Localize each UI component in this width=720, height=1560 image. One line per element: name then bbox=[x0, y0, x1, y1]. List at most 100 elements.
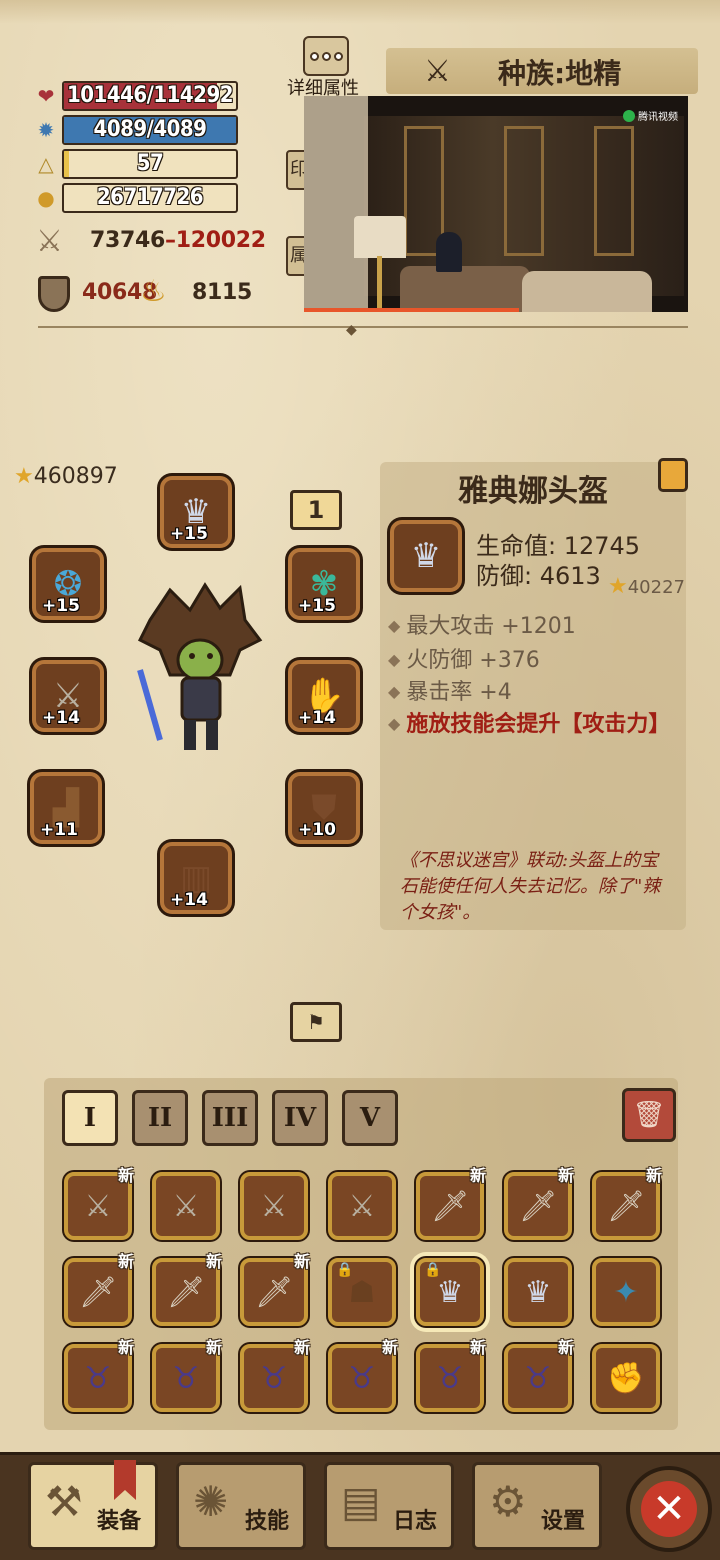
close-button[interactable]: ✕ bbox=[626, 1466, 712, 1552]
inventory-item[interactable]: ♉ 新 bbox=[152, 1338, 222, 1412]
equip-slot-pants[interactable]: ▥ +14 bbox=[160, 842, 232, 914]
new-badge: 新 bbox=[381, 1338, 398, 1357]
inventory-tab-2[interactable]: II bbox=[132, 1090, 188, 1146]
equip-slot-ring-left[interactable]: ❂ +15 bbox=[32, 548, 104, 620]
inventory-item[interactable]: ⚔ 新 bbox=[64, 1166, 134, 1240]
new-badge: 新 bbox=[557, 1166, 574, 1185]
nav-label: 装备 bbox=[96, 1509, 141, 1534]
inventory-item[interactable]: ♉ 新 bbox=[328, 1338, 398, 1412]
sword-icon: ⚔ bbox=[84, 1188, 112, 1224]
nav-label: 技能 bbox=[244, 1509, 289, 1534]
mp-row: ✹ 4089/4089 bbox=[34, 114, 238, 146]
gold-bar: 26717726 bbox=[62, 183, 238, 213]
equip-slot-boots[interactable]: ▟ +11 bbox=[30, 772, 102, 844]
inventory-item[interactable]: ☗ 🔒 bbox=[328, 1258, 396, 1326]
video-scene-door bbox=[504, 126, 544, 256]
star-icon: ★ bbox=[608, 574, 628, 599]
inventory-item[interactable]: ♉ 新 bbox=[240, 1338, 310, 1412]
helmet-icon: ♛ bbox=[436, 1274, 464, 1310]
inventory-tab-4[interactable]: IV bbox=[272, 1090, 328, 1146]
luck-horn-icon: ♨ bbox=[140, 274, 167, 309]
item-detail-thumbnail: ♛ bbox=[390, 520, 462, 592]
level-row: △ 57 bbox=[34, 148, 238, 180]
mp-bar: 4089/4089 bbox=[62, 115, 238, 145]
attack-range: 73746–120022 bbox=[90, 228, 266, 253]
level-value: 57 bbox=[136, 151, 164, 176]
new-badge: 新 bbox=[293, 1338, 310, 1357]
inventory-item[interactable]: 🗡 新 bbox=[152, 1252, 222, 1326]
equip-slot-amulet[interactable]: ✾ +15 bbox=[288, 548, 360, 620]
demon-helm-icon: ♉ bbox=[84, 1360, 112, 1396]
detail-attributes-button[interactable] bbox=[303, 36, 349, 76]
slot-level: +14 bbox=[298, 708, 336, 728]
dagger-icon: 🗡 bbox=[166, 1274, 206, 1310]
nav-log-button[interactable]: ▤ 日志 bbox=[324, 1462, 454, 1550]
item-bonus: 暴击率 +4 bbox=[388, 674, 511, 706]
equipment-page-badge[interactable]: 1 bbox=[290, 490, 342, 530]
inventory-item[interactable]: ♉ 新 bbox=[504, 1338, 574, 1412]
race-emblem-icon: ⚔ bbox=[424, 54, 451, 89]
new-badge: 新 bbox=[205, 1252, 222, 1271]
new-badge: 新 bbox=[205, 1338, 222, 1357]
video-scene-door bbox=[594, 126, 634, 256]
inventory-tab-3[interactable]: III bbox=[202, 1090, 258, 1146]
equip-slot-helmet[interactable]: ♛ +15 bbox=[160, 476, 232, 548]
demon-helm-icon: ♉ bbox=[348, 1360, 376, 1396]
equip-slot-armor[interactable]: ⛊ +10 bbox=[288, 772, 360, 844]
inventory-tab-5[interactable]: V bbox=[342, 1090, 398, 1146]
equip-slot-weapon[interactable]: ⚔ +14 bbox=[32, 660, 104, 732]
inventory-item[interactable]: ♛ bbox=[504, 1258, 572, 1326]
level-bar: 57 bbox=[62, 149, 238, 179]
power-score: ★460897 bbox=[14, 464, 118, 489]
demon-helm-icon: ♉ bbox=[260, 1360, 288, 1396]
item-flavor-text: 《不思议迷宫》联动:头盔上的宝石能使任何人失去记忆。除了"辣个女孩"。 bbox=[400, 850, 661, 923]
video-player-overlay[interactable]: 腾讯视频 bbox=[304, 96, 688, 312]
inventory-tab-1[interactable]: I bbox=[62, 1090, 118, 1146]
inventory-item[interactable]: 🗡 新 bbox=[504, 1166, 574, 1240]
video-logo: 腾讯视频 bbox=[623, 108, 678, 123]
equip-slot-gloves[interactable]: ✋ +14 bbox=[288, 660, 360, 732]
inventory-item[interactable]: 🗡 新 bbox=[64, 1252, 134, 1326]
nav-skill-button[interactable]: ✺ 技能 bbox=[176, 1462, 306, 1550]
lock-icon: 🔒 bbox=[424, 1262, 442, 1278]
trash-icon[interactable]: 🗑 bbox=[622, 1088, 676, 1142]
inventory-item[interactable]: ✊ bbox=[592, 1344, 660, 1412]
tencent-video-icon bbox=[623, 109, 635, 122]
inventory-item[interactable]: ⚔ bbox=[328, 1172, 396, 1240]
crystal-amulet-icon: ✦ bbox=[613, 1274, 639, 1310]
video-progress-bar[interactable] bbox=[304, 308, 520, 312]
nav-equipment-button[interactable]: ⚒ 装备 bbox=[28, 1462, 158, 1550]
lock-icon[interactable] bbox=[658, 458, 688, 492]
inventory-item[interactable]: ♉ 新 bbox=[416, 1338, 486, 1412]
collapse-toggle-button[interactable]: ⚑ bbox=[290, 1002, 342, 1042]
inventory-item[interactable]: ♛ 🔒 bbox=[416, 1258, 484, 1326]
slot-level: +14 bbox=[42, 708, 80, 728]
dot-icon bbox=[321, 51, 331, 61]
inventory-item[interactable]: ♉ 新 bbox=[64, 1338, 134, 1412]
item-special-bonus: 施放技能会提升【攻击力】 bbox=[388, 706, 670, 738]
inventory-item[interactable]: 🗡 新 bbox=[416, 1166, 486, 1240]
new-badge: 新 bbox=[293, 1252, 310, 1271]
luck-value: 8115 bbox=[192, 280, 253, 305]
helmet-icon: ♛ bbox=[524, 1274, 552, 1310]
nav-settings-button[interactable]: ⚙ 设置 bbox=[472, 1462, 602, 1550]
inventory-item[interactable]: 🗡 新 bbox=[592, 1166, 662, 1240]
sword-icon: ⚔ bbox=[348, 1188, 376, 1224]
new-badge: 新 bbox=[117, 1252, 134, 1271]
hp-value: 101446/114292 bbox=[67, 83, 234, 108]
inventory-item[interactable]: 🗡 新 bbox=[240, 1252, 310, 1326]
video-scene-sofa bbox=[400, 266, 530, 312]
inventory-item[interactable]: ⚔ bbox=[240, 1172, 308, 1240]
axe-icon: ⚒ bbox=[45, 1477, 83, 1526]
item-def-stat: 防御: 4613 bbox=[476, 562, 601, 590]
new-badge: 新 bbox=[469, 1166, 486, 1185]
new-badge: 新 bbox=[469, 1338, 486, 1357]
hero-character[interactable] bbox=[130, 580, 270, 760]
dagger-icon: 🗡 bbox=[78, 1274, 118, 1310]
new-badge: 新 bbox=[645, 1166, 662, 1185]
dot-icon bbox=[333, 51, 343, 61]
inventory-item[interactable]: ⚔ bbox=[152, 1172, 220, 1240]
slot-level: +10 bbox=[298, 820, 336, 840]
dagger-icon: 🗡 bbox=[254, 1274, 294, 1310]
inventory-item[interactable]: ✦ bbox=[592, 1258, 660, 1326]
